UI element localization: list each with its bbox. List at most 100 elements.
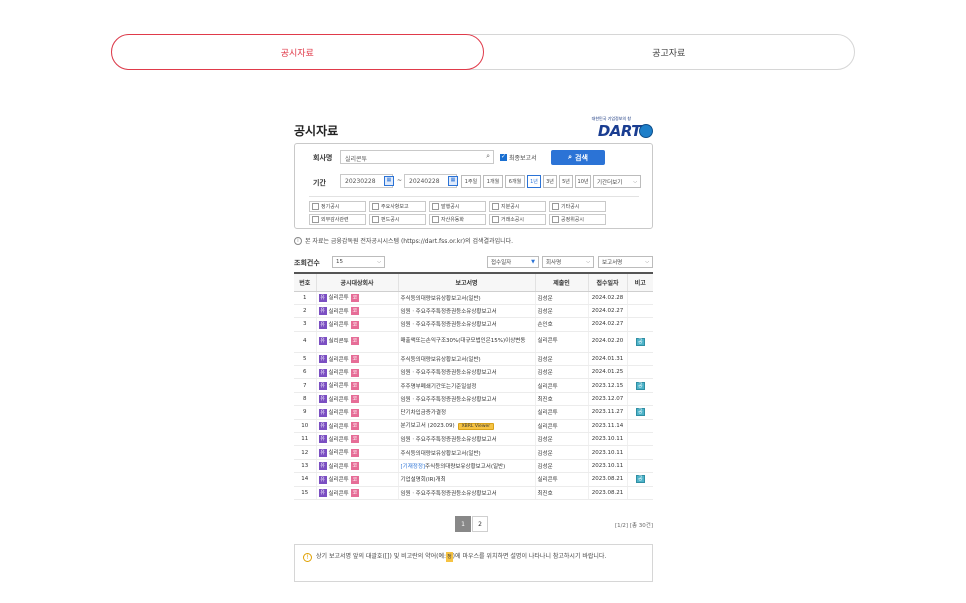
- category-major[interactable]: 주요사항보고: [369, 201, 426, 212]
- sort-report-select[interactable]: 보고서명 ⌵: [598, 256, 653, 268]
- row-report[interactable]: 임원ㆍ주요주주특정증권등소유상황보고서: [397, 486, 535, 500]
- row-report[interactable]: 임원ㆍ주요주주특정증권등소유상황보고서: [397, 392, 535, 407]
- range-1year-button[interactable]: 1년: [527, 175, 541, 188]
- report-name[interactable]: 임원ㆍ주요주주특정증권등소유상황보고서: [401, 397, 497, 403]
- table-row[interactable]: 6 유 실리콘투 코 임원ㆍ주요주주특정증권등소유상황보고서 김성운 2024.01.25: [294, 365, 653, 380]
- report-name[interactable]: 기업설명회(IR)개최: [401, 477, 446, 483]
- row-company[interactable]: 유 실리콘투 코: [315, 291, 398, 305]
- report-name[interactable]: 주식등의대량보유상황보고서(일반): [425, 464, 505, 470]
- row-company[interactable]: 유 실리콘투 코: [315, 365, 398, 380]
- notice-icon[interactable]: 공: [635, 337, 645, 346]
- company-name[interactable]: 실리콘투: [329, 477, 349, 483]
- count-select[interactable]: 15 ⌵: [332, 256, 385, 268]
- sort-date-select[interactable]: 접수일자 ▼: [487, 256, 539, 268]
- row-report[interactable]: 단기차입금증가결정: [397, 405, 535, 420]
- row-company[interactable]: 유 실리콘투 코: [315, 304, 398, 319]
- period-more-select[interactable]: 기간더보기 ⌵: [593, 175, 641, 188]
- table-row[interactable]: 3 유 실리콘투 코 임원ㆍ주요주주특정증권등소유상황보고서 손인호 2024.02.27: [294, 317, 653, 332]
- table-row[interactable]: 9 유 실리콘투 코 단기차입금증가결정 실리콘투 2023.11.27 공: [294, 405, 653, 420]
- report-name[interactable]: 임원ㆍ주요주주특정증권등소유상황보고서: [401, 309, 497, 315]
- table-row[interactable]: 12 유 실리콘투 코 주식등의대량보유상황보고서(일반) 김성운 2023.10.11: [294, 445, 653, 460]
- row-company[interactable]: 유 실리콘투 코: [315, 352, 398, 367]
- header-date[interactable]: 접수일자: [587, 272, 627, 292]
- category-other[interactable]: 기타공시: [549, 201, 606, 212]
- row-company[interactable]: 유 실리콘투 코: [315, 459, 398, 474]
- company-name[interactable]: 실리콘투: [329, 383, 349, 389]
- notice-icon[interactable]: 공: [635, 381, 645, 390]
- row-report[interactable]: 주식등의대량보유상황보고서(일반): [397, 445, 535, 460]
- category-issuance[interactable]: 발행공시: [429, 201, 486, 212]
- category-fund[interactable]: 펀드공시: [369, 214, 426, 225]
- company-name[interactable]: 실리콘투: [329, 357, 349, 363]
- row-report[interactable]: 주식등의대량보유상황보고서(일반): [397, 291, 535, 305]
- company-name[interactable]: 실리콘투: [329, 410, 349, 416]
- category-exchange[interactable]: 거래소공시: [489, 214, 546, 225]
- row-company[interactable]: 유 실리콘투 코: [315, 419, 398, 434]
- header-no[interactable]: 번호: [294, 272, 316, 292]
- company-name[interactable]: 실리콘투: [329, 397, 349, 403]
- category-audit[interactable]: 외부감사관련: [309, 214, 366, 225]
- sort-company-select[interactable]: 회사명 ⌵: [542, 256, 594, 268]
- tab-disclosure[interactable]: 공시자료: [111, 34, 484, 70]
- table-row[interactable]: 15 유 실리콘투 코 임원ㆍ주요주주특정증권등소유상황보고서 최진호 2023.08.21: [294, 486, 653, 500]
- table-row[interactable]: 10 유 실리콘투 코 분기보고서 (2023.09) XBRL Viewer 실리콘투 20…: [294, 419, 653, 434]
- company-input[interactable]: 실리콘투 ⌕: [340, 150, 494, 164]
- row-report[interactable]: 주식등의대량보유상황보고서(일반): [397, 352, 535, 367]
- row-report[interactable]: [기재정정]주식등의대량보유상황보고서(일반): [397, 459, 535, 474]
- row-report[interactable]: 임원ㆍ주요주주특정증권등소유상황보고서: [397, 304, 535, 319]
- row-report[interactable]: 분기보고서 (2023.09) XBRL Viewer: [397, 419, 535, 434]
- row-company[interactable]: 유 실리콘투 코: [315, 378, 398, 393]
- row-company[interactable]: 유 실리콘투 코: [315, 331, 398, 353]
- category-equity[interactable]: 지분공시: [489, 201, 546, 212]
- range-6month-button[interactable]: 6개월: [505, 175, 525, 188]
- row-company[interactable]: 유 실리콘투 코: [315, 317, 398, 332]
- header-report[interactable]: 보고서명: [397, 272, 535, 292]
- final-report-checkbox[interactable]: 최종보고서: [500, 153, 537, 162]
- header-submitter[interactable]: 제출인: [534, 272, 588, 292]
- report-name[interactable]: 임원ㆍ주요주주특정증권등소유상황보고서: [401, 370, 497, 376]
- search-button[interactable]: ⌕ 검색: [551, 150, 605, 165]
- company-name[interactable]: 실리콘투: [329, 491, 349, 497]
- notice-icon[interactable]: 공: [635, 475, 645, 484]
- table-row[interactable]: 2 유 실리콘투 코 임원ㆍ주요주주특정증권등소유상황보고서 김성운 2024.02.27: [294, 304, 653, 319]
- report-name[interactable]: 주식등의대량보유상황보고서(일반): [401, 357, 481, 363]
- row-company[interactable]: 유 실리콘투 코: [315, 392, 398, 407]
- category-periodic[interactable]: 정기공시: [309, 201, 366, 212]
- page-2-button[interactable]: 2: [472, 516, 488, 532]
- row-report[interactable]: 임원ㆍ주요주주특정증권등소유상황보고서: [397, 365, 535, 380]
- company-name[interactable]: 실리콘투: [329, 437, 349, 443]
- table-row[interactable]: 7 유 실리콘투 코 주주명부폐쇄기간또는기준일설정 실리콘투 2023.12.15 공: [294, 378, 653, 393]
- table-row[interactable]: 5 유 실리콘투 코 주식등의대량보유상황보고서(일반) 김성운 2024.01.31: [294, 352, 653, 367]
- calendar-icon[interactable]: ▦: [448, 176, 458, 186]
- row-company[interactable]: 유 실리콘투 코: [315, 432, 398, 447]
- row-company[interactable]: 유 실리콘투 코: [315, 445, 398, 460]
- row-report[interactable]: 임원ㆍ주요주주특정증권등소유상황보고서: [397, 432, 535, 447]
- category-securitization[interactable]: 자산유동화: [429, 214, 486, 225]
- notice-icon[interactable]: 공: [635, 408, 645, 417]
- row-report[interactable]: 기업설명회(IR)개최: [397, 472, 535, 487]
- xbrl-viewer-button[interactable]: XBRL Viewer: [457, 423, 495, 431]
- company-name[interactable]: 실리콘투: [329, 309, 349, 315]
- table-row[interactable]: 4 유 실리콘투 코 매출액또는손익구조30%(대규모법인은15%)이상변동 실리콘투 20…: [294, 331, 653, 353]
- range-10year-button[interactable]: 10년: [575, 175, 591, 188]
- report-name[interactable]: 매출액또는손익구조30%(대규모법인은15%)이상변동: [401, 338, 526, 344]
- company-name[interactable]: 실리콘투: [329, 464, 349, 470]
- company-name[interactable]: 실리콘투: [329, 339, 349, 345]
- calendar-icon[interactable]: ▦: [384, 176, 394, 186]
- report-name[interactable]: 분기보고서 (2023.09): [401, 423, 455, 429]
- report-name[interactable]: 단기차입금증가결정: [401, 410, 447, 416]
- header-company[interactable]: 공시대상회사: [315, 272, 398, 292]
- row-company[interactable]: 유 실리콘투 코: [315, 472, 398, 487]
- report-name[interactable]: 임원ㆍ주요주주특정증권등소유상황보고서: [401, 491, 497, 497]
- report-prefix[interactable]: [기재정정]: [401, 464, 426, 470]
- row-company[interactable]: 유 실리콘투 코: [315, 405, 398, 420]
- range-1week-button[interactable]: 1주일: [461, 175, 481, 188]
- company-name[interactable]: 실리콘투: [329, 322, 349, 328]
- table-row[interactable]: 1 유 실리콘투 코 주식등의대량보유상황보고서(일반) 김성운 2024.02.28: [294, 291, 653, 305]
- tab-announcement[interactable]: 공고자료: [484, 35, 855, 69]
- report-name[interactable]: 주식등의대량보유상황보고서(일반): [401, 296, 481, 302]
- row-report[interactable]: 임원ㆍ주요주주특정증권등소유상황보고서: [397, 317, 535, 332]
- company-name[interactable]: 실리콘투: [329, 295, 349, 301]
- row-company[interactable]: 유 실리콘투 코: [315, 486, 398, 500]
- range-1month-button[interactable]: 1개월: [483, 175, 503, 188]
